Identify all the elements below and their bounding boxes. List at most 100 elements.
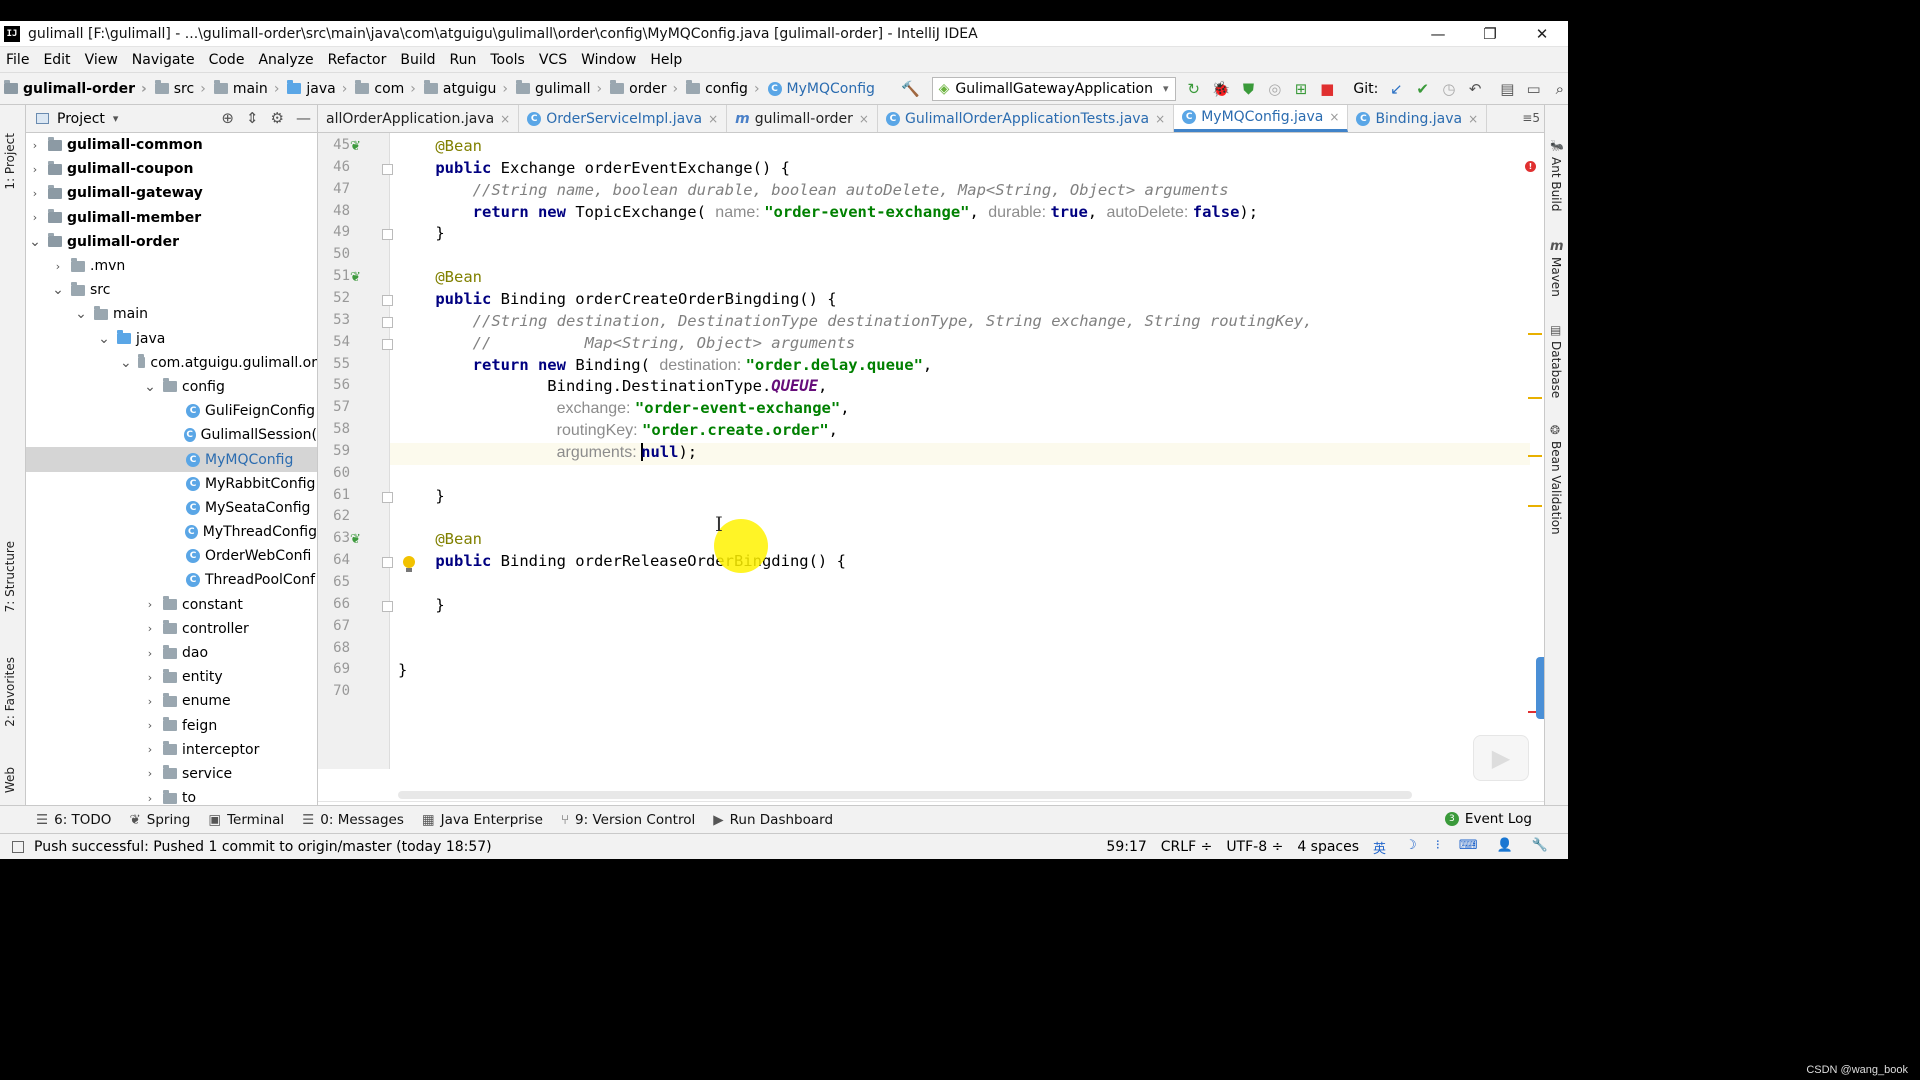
maven-tool-tab[interactable]: Maven <box>1549 257 1563 297</box>
tool-window-button[interactable]: ▶ Run Dashboard <box>713 812 833 828</box>
chevron-down-icon[interactable]: ⌄ <box>120 355 132 371</box>
file-encoding[interactable]: UTF-8 ÷ <box>1226 839 1283 855</box>
line-separator[interactable]: CRLF ÷ <box>1161 839 1213 855</box>
tree-item[interactable]: C MyMQConfig <box>26 447 317 472</box>
tree-item[interactable]: › entity <box>26 665 317 689</box>
nav-crumb-src[interactable]: src › <box>154 80 206 97</box>
close-tab-icon[interactable]: × <box>1468 112 1478 126</box>
project-view-select[interactable]: Project <box>57 111 105 127</box>
tree-item[interactable]: › .mvn <box>26 254 317 278</box>
chevron-right-icon[interactable]: › <box>51 260 65 273</box>
coverage-icon[interactable]: ⛊ <box>1240 79 1256 99</box>
project-tool-tab[interactable]: 1: Project <box>3 133 17 190</box>
tree-item[interactable]: ⌄ src <box>26 278 317 302</box>
chevron-right-icon[interactable]: › <box>28 187 42 200</box>
status-message[interactable]: Push successful: Pushed 1 commit to orig… <box>34 839 492 855</box>
chevron-down-icon[interactable]: ⌄ <box>97 331 111 347</box>
chevron-down-icon[interactable]: ⌄ <box>28 234 42 250</box>
chevron-right-icon[interactable]: › <box>143 647 157 660</box>
nav-crumb-atguigu[interactable]: atguigu › <box>423 80 508 97</box>
warning-marker[interactable] <box>1528 505 1542 507</box>
collapse-all-icon[interactable]: ⇕ <box>246 109 259 127</box>
tabs-overflow-button[interactable]: ≡5 <box>1518 111 1540 125</box>
tree-item[interactable]: ⌄ config <box>26 375 317 399</box>
rerun-icon[interactable]: ↻ <box>1186 79 1202 99</box>
editor-tab[interactable]: m gulimall-order × <box>727 105 878 132</box>
menu-tools[interactable]: Tools <box>490 52 525 68</box>
vertical-scrollbar[interactable] <box>1536 657 1544 719</box>
menu-refactor[interactable]: Refactor <box>328 52 387 68</box>
minimize-button[interactable]: — <box>1412 21 1464 47</box>
chevron-right-icon[interactable]: › <box>143 695 157 708</box>
search-icon[interactable]: ⌕ <box>1552 79 1568 99</box>
menu-analyze[interactable]: Analyze <box>258 52 313 68</box>
profile-icon[interactable]: ◎ <box>1267 79 1283 99</box>
tree-item[interactable]: C GulimallSession( <box>26 423 317 447</box>
run-configuration-select[interactable]: ◈ GulimallGatewayApplication ▾ <box>931 76 1176 101</box>
warning-marker[interactable] <box>1528 333 1542 335</box>
tool-window-button[interactable]: ☰ 6: TODO <box>36 812 111 828</box>
tool-window-button[interactable]: ☰ 0: Messages <box>302 812 404 828</box>
error-indicator-icon[interactable]: ! <box>1525 161 1536 172</box>
chevron-down-icon[interactable]: ⌄ <box>143 379 157 395</box>
menu-run[interactable]: Run <box>450 52 477 68</box>
editor-tab[interactable]: C Binding.java × <box>1348 105 1488 132</box>
horizontal-scrollbar[interactable] <box>398 791 1412 799</box>
nav-crumb-order[interactable]: order › <box>610 80 678 97</box>
tree-item[interactable]: C ThreadPoolConf <box>26 568 317 592</box>
status-panel-icon[interactable] <box>12 840 24 853</box>
warning-marker[interactable] <box>1528 397 1542 399</box>
nav-crumb-main[interactable]: main › <box>213 80 279 97</box>
nav-crumb-mymqconfig[interactable]: C MyMQConfig <box>767 81 875 97</box>
editor-tab[interactable]: C OrderServiceImpl.java × <box>519 105 728 132</box>
menu-help[interactable]: Help <box>650 52 682 68</box>
tree-item[interactable]: › dao <box>26 641 317 665</box>
git-commit-icon[interactable]: ✔ <box>1415 79 1431 99</box>
nav-crumb-gulimall[interactable]: gulimall › <box>515 80 602 97</box>
tree-item[interactable]: › to <box>26 786 317 805</box>
close-window-button[interactable]: ✕ <box>1516 21 1568 47</box>
tray-icon[interactable]: ⁝ <box>1436 838 1440 857</box>
close-tab-icon[interactable]: × <box>500 112 510 126</box>
editor-tab[interactable]: allOrderApplication.java × <box>318 105 520 132</box>
tray-icon[interactable]: 英 <box>1373 838 1386 857</box>
event-log-button[interactable]: 3 Event Log <box>1444 805 1532 833</box>
tree-item[interactable]: › gulimall-member <box>26 206 317 230</box>
menu-window[interactable]: Window <box>581 52 636 68</box>
spring-bean-icon[interactable]: ❦ <box>350 270 368 285</box>
tool-window-button[interactable]: ▣ Terminal <box>208 812 284 828</box>
nav-crumb-gulimall-order[interactable]: gulimall-order › <box>4 80 147 97</box>
menu-navigate[interactable]: Navigate <box>132 52 195 68</box>
tree-item[interactable]: ⌄ main <box>26 302 317 326</box>
close-tab-icon[interactable]: × <box>859 112 869 126</box>
structure-tool-tab[interactable]: 7: Structure <box>3 541 17 612</box>
menu-edit[interactable]: Edit <box>43 52 70 68</box>
nav-crumb-com[interactable]: com › <box>355 80 416 97</box>
tree-item[interactable]: › service <box>26 762 317 786</box>
gear-icon[interactable]: ⚙ <box>271 109 284 127</box>
tree-item[interactable]: C OrderWebConfi <box>26 544 317 568</box>
menu-code[interactable]: Code <box>209 52 245 68</box>
tree-item[interactable]: ⌄ gulimall-order <box>26 230 317 254</box>
git-rollback-icon[interactable]: ↶ <box>1467 79 1483 99</box>
ant-build-tool-tab[interactable]: Ant Build <box>1549 157 1563 211</box>
database-tool-tab[interactable]: Database <box>1549 341 1563 398</box>
tree-item[interactable]: C MyThreadConfig <box>26 520 317 544</box>
chevron-right-icon[interactable]: › <box>28 139 42 152</box>
tool-window-button[interactable]: ▦ Java Enterprise <box>422 812 543 828</box>
chevron-right-icon[interactable]: › <box>28 211 42 224</box>
close-tab-icon[interactable]: × <box>1329 110 1339 124</box>
tray-icon[interactable]: ⌨ <box>1459 838 1478 857</box>
cursor-position[interactable]: 59:17 <box>1106 839 1146 855</box>
web-tool-tab[interactable]: Web <box>3 767 17 793</box>
locate-icon[interactable]: ⊕ <box>221 109 234 127</box>
chevron-right-icon[interactable]: › <box>143 767 157 780</box>
video-play-icon[interactable]: ▶ <box>1473 735 1529 781</box>
chevron-right-icon[interactable]: › <box>143 792 157 805</box>
warning-marker[interactable] <box>1528 455 1542 457</box>
tree-item[interactable]: › enume <box>26 689 317 713</box>
tree-item[interactable]: › constant <box>26 593 317 617</box>
tray-icon[interactable]: ☽ <box>1405 838 1417 857</box>
chevron-right-icon[interactable]: › <box>28 163 42 176</box>
attach-icon[interactable]: ⊞ <box>1293 79 1309 99</box>
